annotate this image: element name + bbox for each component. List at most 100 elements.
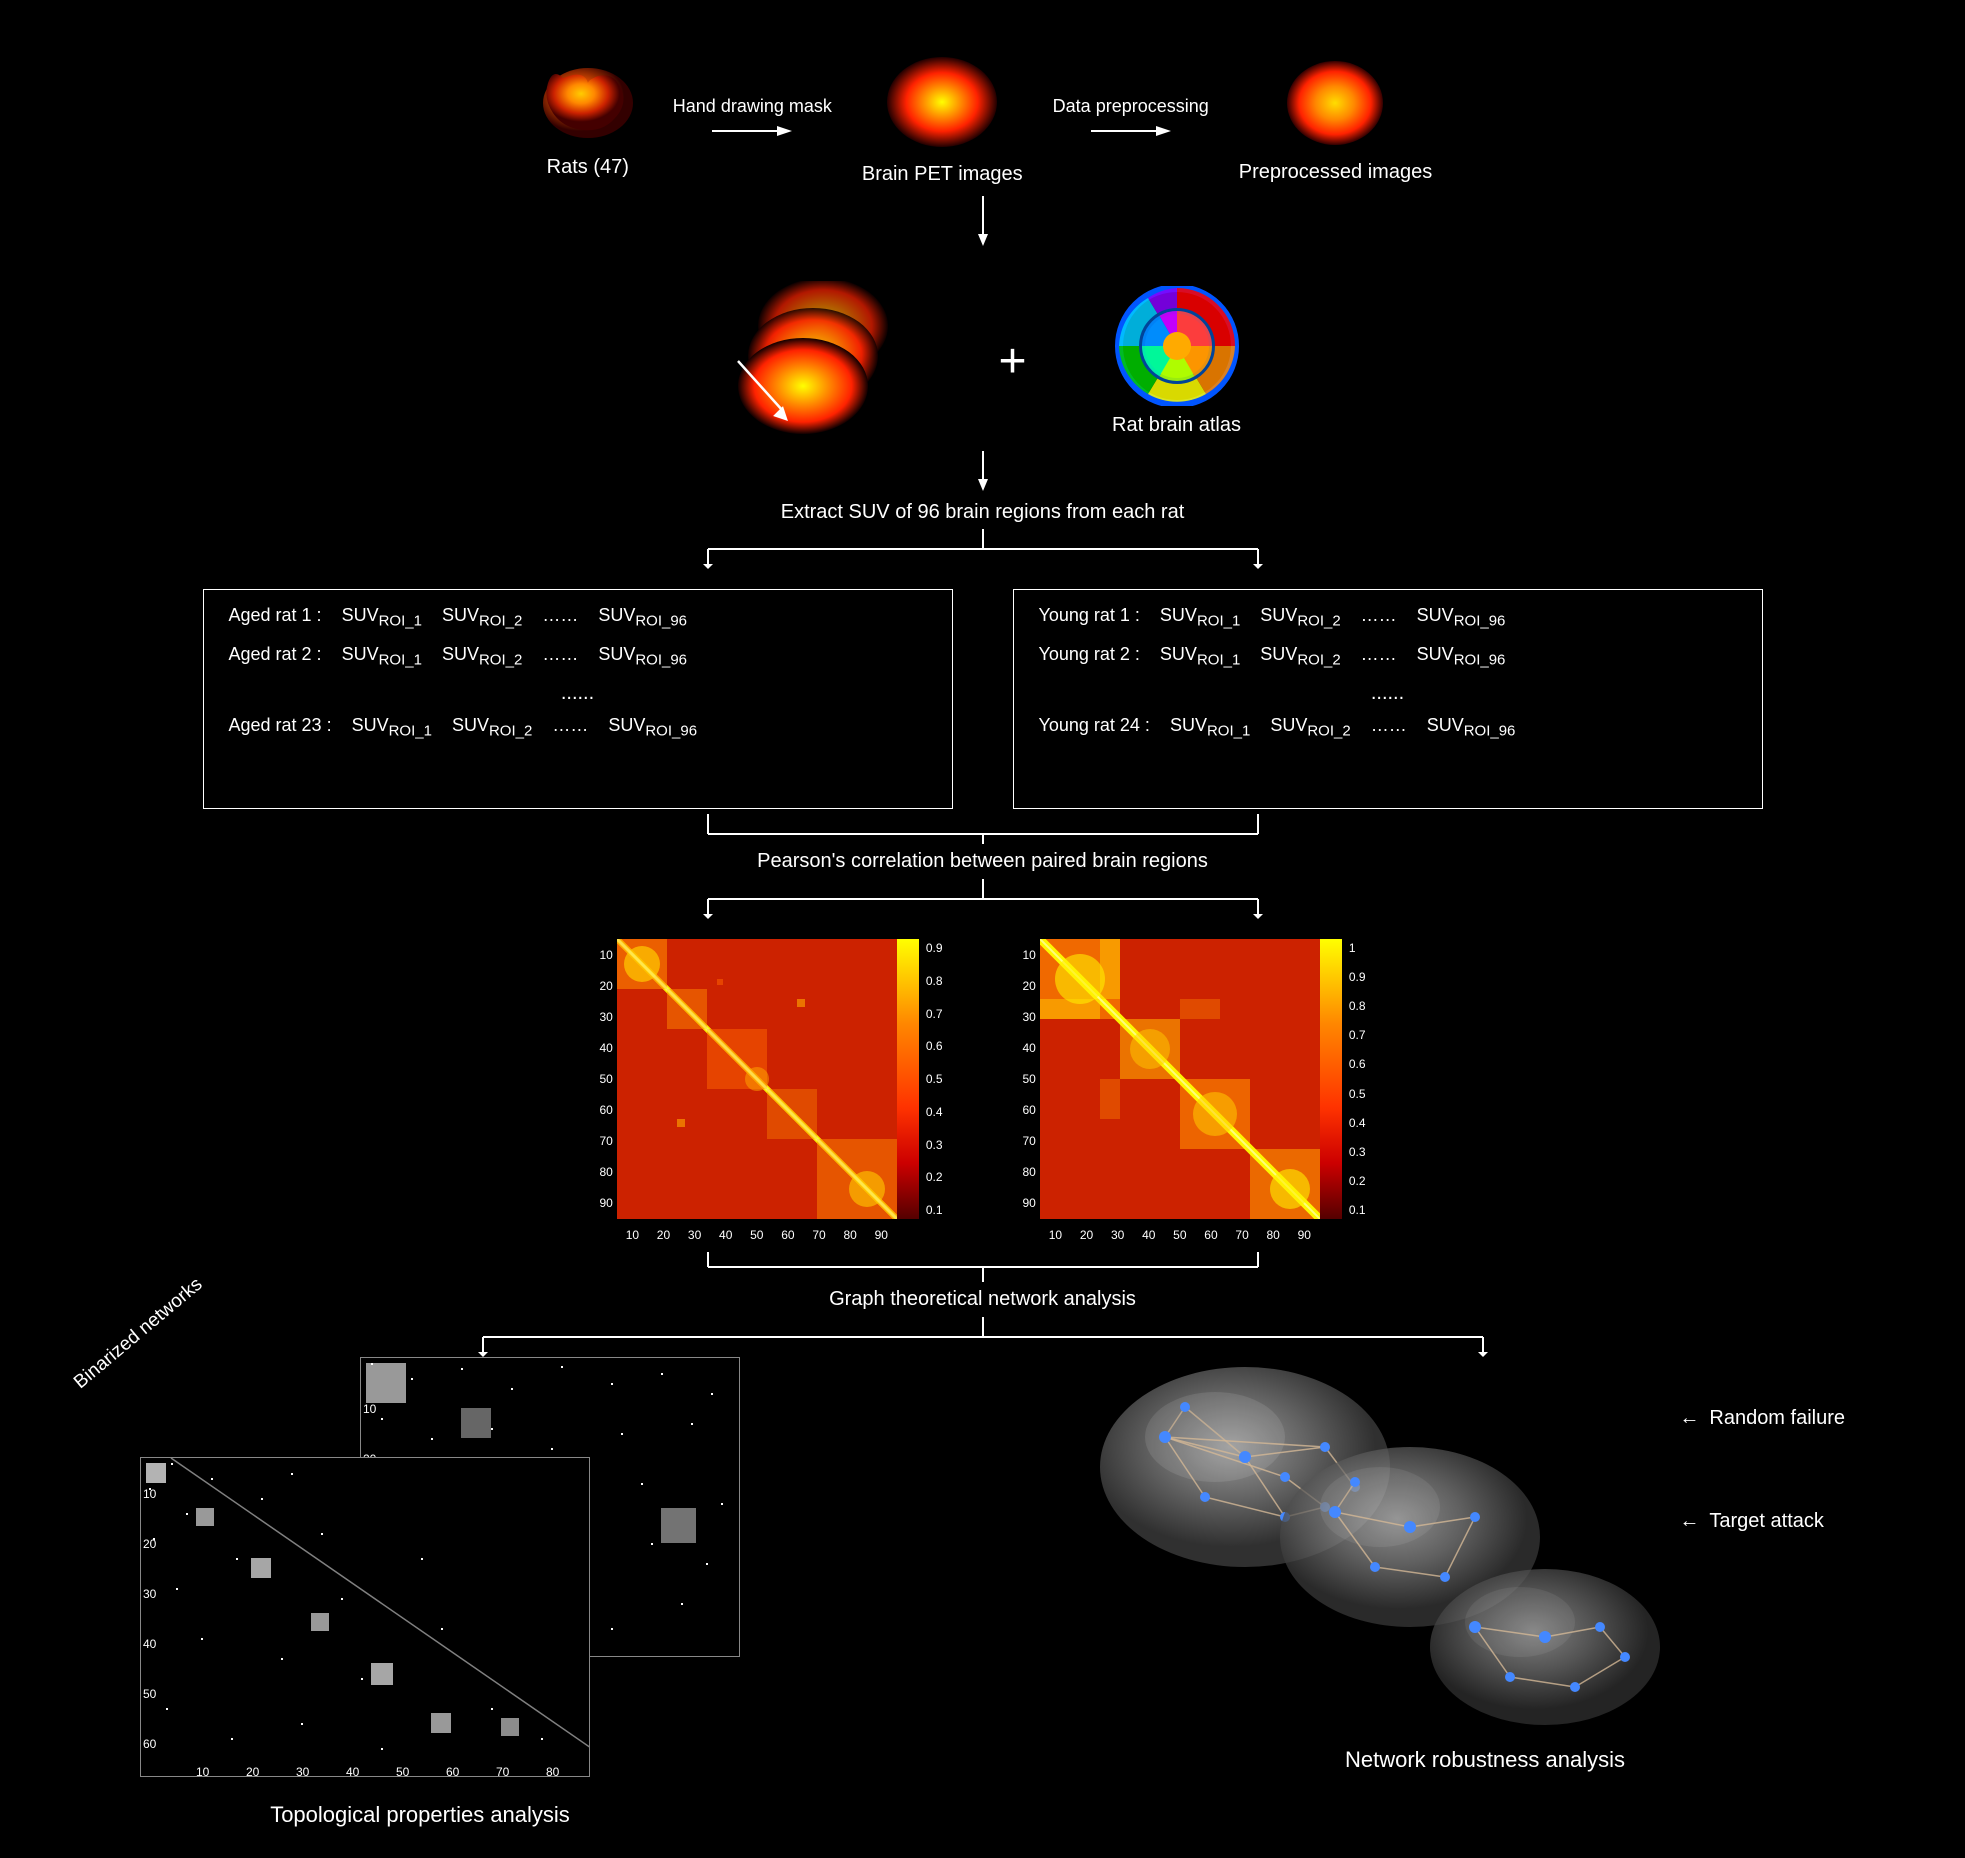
preprocessed-icon [1280,53,1390,153]
svg-text:60: 60 [446,1765,460,1777]
aged-rat-23-suvN: SUVROI_96 [608,715,697,740]
rat-brain-atlas-item: Rat brain atlas [1107,286,1247,437]
preprocessed-item: Preprocessed images [1239,53,1432,184]
pearson-up-arrows [533,814,1433,844]
brain-pet-label: Brain PET images [862,163,1023,186]
aged-rat-1-suvN: SUVROI_96 [598,605,687,630]
preprocessed-label: Preprocessed images [1239,161,1432,184]
top-flow: Rats (47) Hand drawing mask [30,50,1935,186]
pearson-section: Pearson's correlation between paired bra… [30,814,1935,879]
brain-pet-icon [877,50,1007,155]
aged-rat-2-name: Aged rat 2 : [229,644,322,665]
young-rat-2-suv1: SUVROI_1 [1160,644,1240,669]
pearson-label: Pearson's correlation between paired bra… [757,850,1208,873]
young-rat-24-suv1: SUVROI_1 [1170,715,1250,740]
aged-colorbar-labels: 0.9 0.8 0.7 0.6 0.5 0.4 0.3 0.2 0.1 [926,939,943,1219]
aged-y-labels: 10 20 30 40 50 60 70 80 90 [599,939,616,1219]
young-rat-2-name: Young rat 2 : [1039,644,1140,665]
down-arrow-2: Extract SUV of 96 brain regions from eac… [30,451,1935,524]
rats-icon [533,58,643,148]
aged-rat-1-suv2: SUVROI_2 [442,605,522,630]
bottom-row: Binarized networks [30,1357,1935,1828]
target-attack-arrow: ← [1679,1510,1699,1533]
aged-correlation-matrix [617,939,897,1219]
aged-rat-2-suv1: SUVROI_1 [342,644,422,669]
young-colorbar-labels: 1 0.9 0.8 0.7 0.6 0.5 0.4 0.3 0.2 0.1 [1349,939,1366,1219]
robustness-labels: ← Random failure ← Target attack [1679,1407,1845,1533]
young-rat-1-name: Young rat 1 : [1039,605,1140,626]
aged-rat-1-suv1: SUVROI_1 [342,605,422,630]
young-rat-24-suv2: SUVROI_2 [1270,715,1350,740]
arrow1-icon [712,121,792,141]
arrow1-label: Hand drawing mask [673,96,832,117]
branch-arrow-icon [533,529,1433,569]
svg-text:10: 10 [196,1765,210,1777]
stacked-images-container [718,281,918,441]
rat-atlas-icon [1107,286,1247,406]
young-dots-row: ...... [1039,682,1737,705]
arrow-2: Data preprocessing [1053,96,1209,141]
binarized-matrix-front: 10 20 30 40 50 60 10 20 30 40 50 60 70 [140,1457,590,1777]
aged-rat-2-suv2: SUVROI_2 [442,644,522,669]
young-rat-table: Young rat 1 : SUVROI_1 SUVROI_2 …… SUVRO… [1013,589,1763,809]
young-rat-24-name: Young rat 24 : [1039,715,1150,736]
brain-networks-container: ← Random failure ← Target attack [1085,1357,1845,1737]
aged-matrix-container: 10 20 30 40 50 60 70 80 90 [599,939,942,1242]
matrix-branch-connector [30,879,1935,919]
young-rat-1-dots: …… [1361,605,1397,626]
svg-text:50: 50 [396,1765,410,1777]
svg-text:50: 50 [143,1687,157,1701]
aged-rat-23-dots: …… [552,715,588,736]
down-arrow2-icon [973,451,993,491]
branch-connector [30,529,1935,569]
young-rat-1-suv1: SUVROI_1 [1160,605,1240,630]
young-rat-2-suv2: SUVROI_2 [1260,644,1340,669]
stacked-pet-icon [718,281,918,441]
bottom-branch-connector [30,1317,1935,1357]
young-row-1: Young rat 1 : SUVROI_1 SUVROI_2 …… SUVRO… [1039,605,1737,630]
svg-text:10: 10 [143,1487,157,1501]
aged-rat-2-suvN: SUVROI_96 [598,644,687,669]
binarized-section: Binarized networks [80,1357,760,1828]
svg-text:30: 30 [143,1587,157,1601]
svg-text:30: 30 [296,1765,310,1777]
binarized-front-svg: 10 20 30 40 50 60 10 20 30 40 50 60 70 [141,1458,590,1777]
svg-text:40: 40 [346,1765,360,1777]
binarized-matrices-stack: 10 20 30 40 50 70 80 90 [140,1357,770,1787]
target-attack-item: ← Target attack [1679,1510,1845,1533]
aged-row-2: Aged rat 2 : SUVROI_1 SUVROI_2 …… SUVROI… [229,644,927,669]
svg-text:10: 10 [363,1402,377,1416]
down-arrow-1 [30,196,1935,251]
young-rat-24-suvN: SUVROI_96 [1427,715,1516,740]
young-rat-1-suvN: SUVROI_96 [1417,605,1506,630]
brain-net-3-svg [1415,1557,1675,1737]
matrices-row: 10 20 30 40 50 60 70 80 90 [30,939,1935,1242]
young-rat-1-suv2: SUVROI_2 [1260,605,1340,630]
graph-section: Graph theoretical network analysis [30,1252,1935,1317]
young-correlation-matrix [1040,939,1320,1219]
matrix-branch-icon [533,879,1433,919]
svg-text:80: 80 [546,1765,560,1777]
brain-network-3 [1415,1557,1675,1742]
svg-text:40: 40 [143,1637,157,1651]
extract-label: Extract SUV of 96 brain regions from eac… [30,501,1935,524]
svg-text:20: 20 [143,1537,157,1551]
tables-row: Aged rat 1 : SUVROI_1 SUVROI_2 …… SUVROI… [30,589,1935,809]
plus-sign: + [998,334,1026,389]
rats-label: Rats (47) [547,156,629,179]
aged-rat-23-suv2: SUVROI_2 [452,715,532,740]
main-container: Rats (47) Hand drawing mask [0,0,1965,1858]
aged-row-1: Aged rat 1 : SUVROI_1 SUVROI_2 …… SUVROI… [229,605,927,630]
aged-rat-1-dots: …… [542,605,578,626]
young-rat-2-dots: …… [1361,644,1397,665]
down-arrow1-icon [973,196,993,246]
aged-row-23: Aged rat 23 : SUVROI_1 SUVROI_2 …… SUVRO… [229,715,927,740]
aged-matrix-wrapper: 10 20 30 40 50 60 70 80 90 [599,939,942,1242]
aged-rat-23-suv1: SUVROI_1 [352,715,432,740]
brain-pet-item: Brain PET images [862,50,1023,186]
young-row-2: Young rat 2 : SUVROI_1 SUVROI_2 …… SUVRO… [1039,644,1737,669]
svg-text:60: 60 [143,1737,157,1751]
rat-atlas-label: Rat brain atlas [1112,414,1241,437]
bottom-branch-icon [283,1317,1683,1357]
young-rat-24-dots: …… [1371,715,1407,736]
